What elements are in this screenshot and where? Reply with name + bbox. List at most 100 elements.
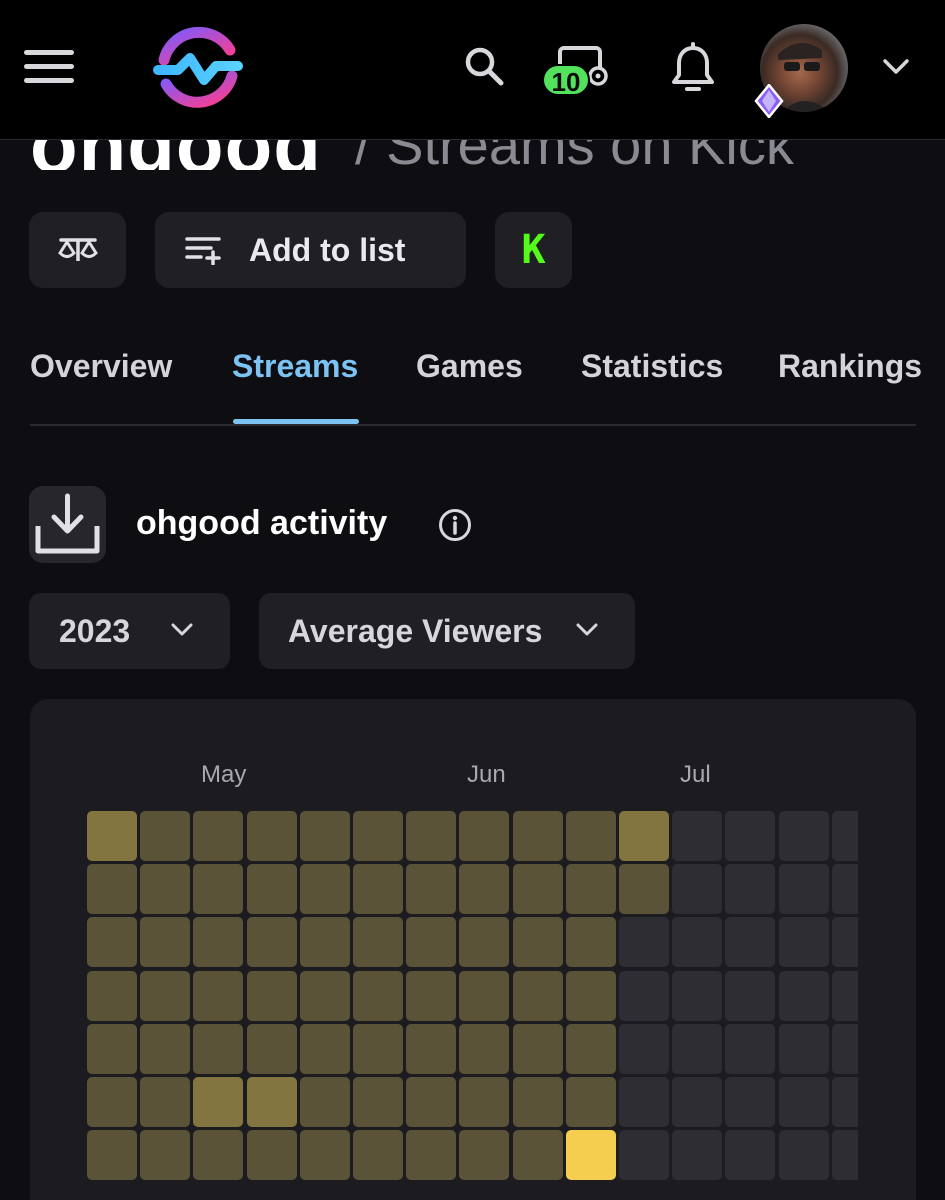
heatmap-day-cell[interactable] <box>353 1077 403 1127</box>
heatmap-day-cell[interactable] <box>299 1077 350 1127</box>
heatmap-day-cell[interactable] <box>193 970 244 1021</box>
heatmap-day-cell[interactable] <box>619 1023 669 1074</box>
heatmap-day-cell[interactable] <box>725 864 776 915</box>
heatmap-day-cell[interactable] <box>512 970 563 1021</box>
heatmap-day-cell[interactable] <box>193 1023 244 1074</box>
heatmap-day-cell[interactable] <box>512 1130 563 1181</box>
heatmap-day-cell[interactable] <box>565 970 616 1021</box>
heatmap-day-cell[interactable] <box>725 811 776 861</box>
heatmap-day-cell[interactable] <box>246 1130 297 1181</box>
heatmap-day-cell[interactable] <box>406 864 457 915</box>
heatmap-day-cell[interactable] <box>672 1023 723 1074</box>
heatmap-day-cell[interactable] <box>87 970 137 1021</box>
search-icon[interactable] <box>462 44 508 90</box>
heatmap-day-cell[interactable] <box>140 864 191 915</box>
heatmap-day-cell[interactable] <box>778 917 829 968</box>
heatmap-day-cell[interactable] <box>87 1023 137 1074</box>
heatmap-day-cell[interactable] <box>619 970 669 1021</box>
heatmap-day-cell[interactable] <box>619 811 669 861</box>
heatmap-day-cell[interactable] <box>831 1023 858 1074</box>
heatmap-day-cell[interactable] <box>406 1077 457 1127</box>
heatmap-day-cell[interactable] <box>565 1023 616 1074</box>
heatmap-day-cell[interactable] <box>87 1077 137 1127</box>
heatmap-day-cell[interactable] <box>353 1130 403 1181</box>
heatmap-day-cell[interactable] <box>246 970 297 1021</box>
heatmap-day-cell[interactable] <box>831 811 858 861</box>
heatmap-day-cell[interactable] <box>459 1077 510 1127</box>
heatmap-day-cell[interactable] <box>246 917 297 968</box>
heatmap-day-cell[interactable] <box>565 864 616 915</box>
heatmap-day-cell[interactable] <box>193 1130 244 1181</box>
tab-streams[interactable]: Streams <box>232 348 358 385</box>
heatmap-day-cell[interactable] <box>299 1023 350 1074</box>
heatmap-day-cell[interactable] <box>565 811 616 861</box>
tab-overview[interactable]: Overview <box>30 348 172 385</box>
heatmap-day-cell[interactable] <box>778 970 829 1021</box>
heatmap-day-cell[interactable] <box>459 970 510 1021</box>
heatmap-day-cell[interactable] <box>512 1077 563 1127</box>
heatmap-day-cell[interactable] <box>459 864 510 915</box>
heatmap-day-cell[interactable] <box>87 864 137 915</box>
heatmap-day-cell[interactable] <box>831 1130 858 1181</box>
heatmap-day-cell[interactable] <box>778 1077 829 1127</box>
heatmap-day-cell[interactable] <box>725 970 776 1021</box>
heatmap-day-cell[interactable] <box>193 811 244 861</box>
heatmap-day-cell[interactable] <box>459 1023 510 1074</box>
year-select[interactable]: 2023 <box>29 593 230 669</box>
heatmap-day-cell[interactable] <box>193 1077 244 1127</box>
heatmap-day-cell[interactable] <box>353 1023 403 1074</box>
heatmap-day-cell[interactable] <box>140 1023 191 1074</box>
add-to-list-button[interactable]: Add to list <box>155 212 466 288</box>
kick-channel-button[interactable]: K <box>495 212 572 288</box>
heatmap-day-cell[interactable] <box>299 811 350 861</box>
heatmap-day-cell[interactable] <box>778 1130 829 1181</box>
heatmap-day-cell[interactable] <box>246 864 297 915</box>
heatmap-day-cell[interactable] <box>565 917 616 968</box>
tab-games[interactable]: Games <box>416 348 523 385</box>
heatmap-day-cell[interactable] <box>778 864 829 915</box>
heatmap-day-cell[interactable] <box>87 811 137 861</box>
bell-icon[interactable] <box>666 42 720 96</box>
heatmap-day-cell[interactable] <box>565 1130 616 1181</box>
heatmap-day-cell[interactable] <box>87 917 137 968</box>
heatmap-day-cell[interactable] <box>406 1023 457 1074</box>
heatmap-day-cell[interactable] <box>725 917 776 968</box>
heatmap-day-cell[interactable] <box>778 1023 829 1074</box>
heatmap-day-cell[interactable] <box>619 864 669 915</box>
heatmap-day-cell[interactable] <box>565 1077 616 1127</box>
heatmap-day-cell[interactable] <box>831 970 858 1021</box>
heatmap-day-cell[interactable] <box>619 1130 669 1181</box>
heatmap-day-cell[interactable] <box>353 811 403 861</box>
heatmap-day-cell[interactable] <box>831 917 858 968</box>
heatmap-day-cell[interactable] <box>672 917 723 968</box>
stream-monitor-button[interactable]: 10 <box>538 44 612 100</box>
heatmap-day-cell[interactable] <box>193 917 244 968</box>
heatmap-day-cell[interactable] <box>672 970 723 1021</box>
download-button[interactable] <box>29 486 106 563</box>
heatmap-day-cell[interactable] <box>140 811 191 861</box>
heatmap-day-cell[interactable] <box>299 970 350 1021</box>
heatmap-day-cell[interactable] <box>353 864 403 915</box>
heatmap-day-cell[interactable] <box>140 1130 191 1181</box>
heatmap-day-cell[interactable] <box>246 811 297 861</box>
heatmap-day-cell[interactable] <box>831 864 858 915</box>
heatmap-day-cell[interactable] <box>246 1077 297 1127</box>
heatmap-day-cell[interactable] <box>353 970 403 1021</box>
metric-select[interactable]: Average Viewers <box>259 593 635 669</box>
hamburger-menu-icon[interactable] <box>22 46 76 88</box>
tab-statistics[interactable]: Statistics <box>581 348 723 385</box>
heatmap-day-cell[interactable] <box>140 1077 191 1127</box>
heatmap-day-cell[interactable] <box>672 864 723 915</box>
heatmap-day-cell[interactable] <box>406 970 457 1021</box>
tab-rankings[interactable]: Rankings <box>778 348 922 385</box>
heatmap-day-cell[interactable] <box>299 864 350 915</box>
heatmap-day-cell[interactable] <box>672 1130 723 1181</box>
heatmap-day-cell[interactable] <box>619 1077 669 1127</box>
heatmap-day-cell[interactable] <box>459 811 510 861</box>
streams-charts-logo[interactable] <box>150 20 246 116</box>
compare-button[interactable] <box>29 212 126 288</box>
heatmap-day-cell[interactable] <box>406 1130 457 1181</box>
heatmap-day-cell[interactable] <box>193 864 244 915</box>
heatmap-day-cell[interactable] <box>406 811 457 861</box>
heatmap-day-cell[interactable] <box>406 917 457 968</box>
